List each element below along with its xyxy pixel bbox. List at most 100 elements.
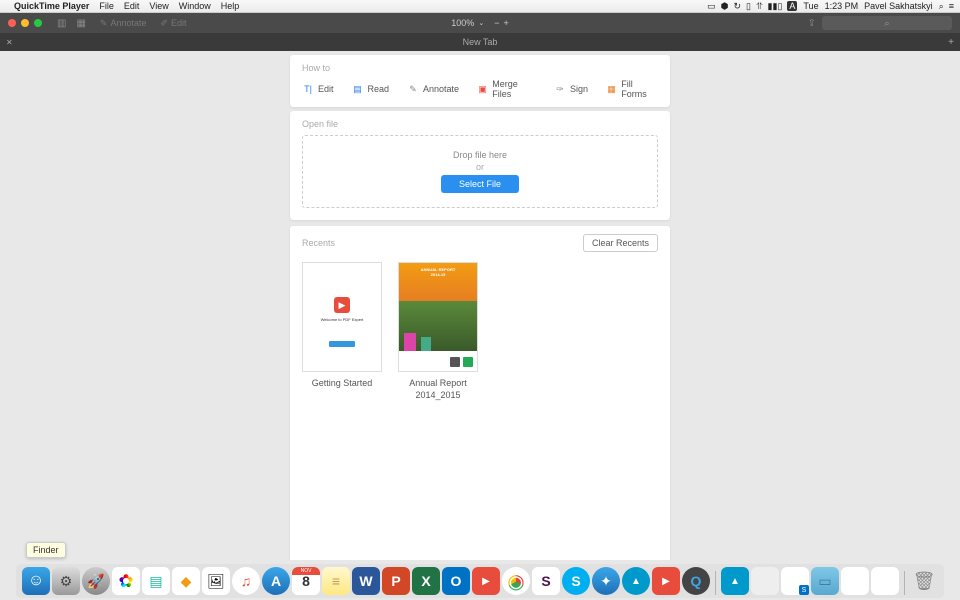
tab-bar: ✕ New Tab + — [0, 33, 960, 51]
pencil-icon: ✎ — [100, 18, 108, 29]
dock-tooltip: Finder — [26, 542, 66, 558]
dock-pdfexpert2-icon[interactable] — [652, 567, 680, 595]
howto-merge[interactable]: ▣Merge Files — [477, 79, 536, 99]
dock-app-skype-doc-icon[interactable] — [781, 567, 809, 595]
dock-skype-icon[interactable] — [562, 567, 590, 595]
dropzone[interactable]: Drop file here or Select File — [302, 135, 658, 208]
merge-icon: ▣ — [477, 83, 488, 95]
dock-photos-icon[interactable] — [112, 567, 140, 595]
recents-label: Recents — [302, 238, 335, 248]
dock-outlook-icon[interactable] — [442, 567, 470, 595]
howto-label: How to — [302, 63, 658, 73]
toolbar-edit-button[interactable]: ✐Edit — [160, 18, 186, 29]
select-file-button[interactable]: Select File — [441, 175, 519, 193]
window-close-button[interactable] — [8, 19, 16, 27]
tab-title: New Tab — [463, 37, 498, 47]
window-chrome: ▥ ▦ ✎Annotate ✐Edit 100% ⌄ − + ⇪ ⌕ ✕ New… — [0, 13, 960, 51]
window-zoom-button[interactable] — [34, 19, 42, 27]
dock-notes-icon[interactable] — [322, 567, 350, 595]
macos-menubar: QuickTime Player File Edit View Window H… — [0, 0, 960, 13]
dock-preview-icon[interactable] — [202, 567, 230, 595]
dock-quicktime-icon[interactable] — [682, 567, 710, 595]
sidebar-toggle-icon[interactable]: ▥ — [57, 18, 66, 29]
status-sync-icon[interactable]: ↻ — [734, 1, 742, 12]
dock-app-generic1-icon[interactable] — [751, 567, 779, 595]
status-lang-icon[interactable]: A — [787, 1, 797, 11]
spotlight-icon[interactable]: ⌕ — [939, 1, 944, 12]
dock-doc2-icon[interactable] — [871, 567, 899, 595]
dock-pdfexpert-icon[interactable] — [472, 567, 500, 595]
status-dropbox-icon[interactable]: ⬢ — [721, 1, 729, 12]
status-airplay-icon[interactable]: ▯ — [746, 1, 751, 12]
menu-file[interactable]: File — [99, 1, 114, 11]
tab-close-button[interactable]: ✕ — [6, 38, 13, 47]
dock-slack-icon[interactable] — [532, 567, 560, 595]
thumbnail: ▶ Welcome to PDF Expert — [302, 262, 382, 372]
dock: 🗑 — [16, 564, 944, 598]
dock-launchpad-icon[interactable] — [82, 567, 110, 595]
recent-item-getting-started[interactable]: ▶ Welcome to PDF Expert Getting Started — [302, 262, 382, 401]
status-wifi-icon[interactable]: ⥣ — [756, 1, 763, 12]
dock-itunes-icon[interactable] — [232, 567, 260, 595]
menubar-time[interactable]: 1:23 PM — [825, 1, 859, 11]
status-display-icon[interactable]: ▭ — [707, 1, 716, 12]
window-minimize-button[interactable] — [21, 19, 29, 27]
dock-powerpoint-icon[interactable] — [382, 567, 410, 595]
pdf-logo-icon: ▶ — [334, 297, 350, 313]
dock-chrome-icon[interactable] — [502, 567, 530, 595]
howto-annotate[interactable]: ✎Annotate — [407, 79, 459, 99]
new-tab-button[interactable]: + — [948, 37, 954, 48]
toolbar-search-input[interactable]: ⌕ — [822, 16, 952, 30]
dropzone-or: or — [317, 162, 643, 172]
clear-recents-button[interactable]: Clear Recents — [583, 234, 658, 252]
dock-downloads-folder-icon[interactable] — [811, 567, 839, 595]
dock-system-preferences-icon[interactable] — [52, 567, 80, 595]
edit-icon: ✐ — [160, 18, 168, 29]
menubar-user[interactable]: Pavel Sakhatskyi — [864, 1, 933, 11]
toolbar-annotate-button[interactable]: ✎Annotate — [100, 18, 147, 29]
howto-sign[interactable]: ✑Sign — [554, 79, 588, 99]
dock-doc1-icon[interactable] — [841, 567, 869, 595]
dock-excel-icon[interactable] — [412, 567, 440, 595]
howto-card: How to T|Edit ▤Read ✎Annotate ▣Merge Fil… — [290, 55, 670, 107]
menu-view[interactable]: View — [149, 1, 168, 11]
howto-edit[interactable]: T|Edit — [302, 79, 334, 99]
dock-numbers-icon[interactable] — [142, 567, 170, 595]
dock-word-icon[interactable] — [352, 567, 380, 595]
howto-fillforms[interactable]: ▦Fill Forms — [606, 79, 658, 99]
dock-app-spark-icon[interactable] — [721, 567, 749, 595]
dock-separator — [904, 571, 905, 595]
annotate-pencil-icon: ✎ — [407, 83, 419, 95]
menu-edit[interactable]: Edit — [124, 1, 140, 11]
recent-item-label: Annual Report 2014_2015 — [398, 378, 478, 401]
zoom-out-button[interactable]: − — [494, 18, 499, 28]
share-icon[interactable]: ⇪ — [808, 18, 816, 29]
dropzone-text: Drop file here — [317, 150, 643, 160]
thumbnails-toggle-icon[interactable]: ▦ — [76, 18, 85, 29]
recents-card: Recents Clear Recents ▶ Welcome to PDF E… — [290, 226, 670, 560]
dock-trash-icon[interactable]: 🗑 — [910, 567, 938, 595]
sign-pen-icon: ✑ — [554, 83, 566, 95]
howto-read[interactable]: ▤Read — [352, 79, 390, 99]
zoom-level[interactable]: 100% — [451, 18, 474, 28]
openfile-label: Open file — [302, 119, 658, 129]
menubar-day[interactable]: Tue — [803, 1, 818, 11]
menu-window[interactable]: Window — [179, 1, 211, 11]
recent-item-annual-report[interactable]: ANNUAL REPORT 2014-15 Annual Report 2014… — [398, 262, 478, 401]
zoom-in-button[interactable]: + — [503, 18, 508, 28]
menu-help[interactable]: Help — [221, 1, 240, 11]
chevron-down-icon[interactable]: ⌄ — [478, 19, 484, 27]
dock-safari-icon[interactable] — [592, 567, 620, 595]
recent-item-label: Getting Started — [302, 378, 382, 390]
dock-finder-icon[interactable] — [22, 567, 50, 595]
form-icon: ▦ — [606, 83, 617, 95]
app-name[interactable]: QuickTime Player — [14, 1, 89, 11]
dock-sketch-icon[interactable] — [172, 567, 200, 595]
status-battery-icon[interactable]: ▮▮▯ — [768, 1, 783, 12]
menubar-hamburger-icon[interactable]: ≡ — [949, 1, 954, 11]
search-icon: ⌕ — [884, 18, 889, 29]
dock-appstore-icon[interactable] — [262, 567, 290, 595]
dock-area: 🗑 — [0, 560, 960, 600]
dock-calendar-icon[interactable] — [292, 567, 320, 595]
dock-spark-icon[interactable] — [622, 567, 650, 595]
